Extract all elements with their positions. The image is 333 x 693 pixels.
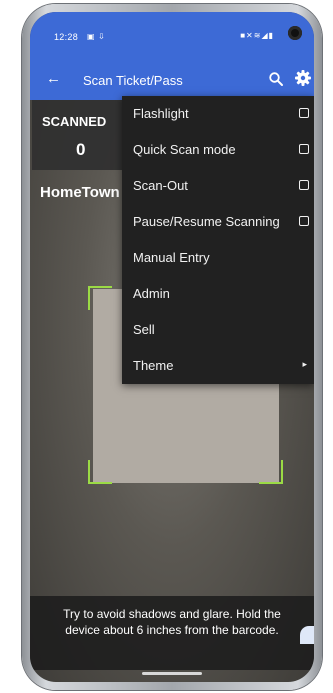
- phone-screen: 12:28 ▣ ⇩ ■✕≋◢▮ ← Scan Ticket/Pass SCANN…: [30, 12, 314, 682]
- menu-item-label: Quick Scan mode: [133, 142, 236, 157]
- menu-item-quick-scan[interactable]: Quick Scan mode: [122, 132, 314, 168]
- download-icon: ⇩: [98, 32, 105, 41]
- scan-frame-corner: [88, 286, 112, 310]
- signal-icon: ◢: [261, 31, 269, 40]
- status-indicators: ■✕≋◢▮: [240, 31, 274, 40]
- menu-item-flashlight[interactable]: Flashlight: [122, 96, 314, 132]
- status-time: 12:28: [54, 32, 79, 42]
- arrow-left-icon[interactable]: ←: [46, 70, 61, 87]
- menu-item-manual-entry[interactable]: Manual Entry: [122, 240, 314, 276]
- page-title: Scan Ticket/Pass: [83, 73, 183, 88]
- menu-item-label: Scan-Out: [133, 178, 188, 193]
- message-icon: ▣: [87, 32, 95, 41]
- battery-icon: ▮: [268, 31, 274, 40]
- mute-icon: ✕: [246, 31, 254, 40]
- status-bar: 12:28 ▣ ⇩ ■✕≋◢▮: [30, 12, 314, 60]
- flashlight-checkbox[interactable]: [299, 108, 309, 118]
- menu-item-label: Sell: [133, 322, 155, 337]
- phone-frame: 12:28 ▣ ⇩ ■✕≋◢▮ ← Scan Ticket/Pass SCANN…: [22, 4, 322, 690]
- menu-item-admin[interactable]: Admin: [122, 276, 314, 312]
- menu-item-sell[interactable]: Sell: [122, 312, 314, 348]
- scan-frame-corner: [88, 460, 112, 484]
- menu-item-label: Theme: [133, 358, 174, 373]
- menu-item-theme[interactable]: Theme ▸: [122, 348, 314, 384]
- scanned-count: 0: [76, 140, 86, 159]
- front-camera: [288, 26, 302, 40]
- menu-item-label: Flashlight: [133, 106, 189, 121]
- overflow-menu: Flashlight Quick Scan mode Scan-Out Paus…: [122, 96, 314, 384]
- menu-item-scan-out[interactable]: Scan-Out: [122, 168, 314, 204]
- scan-hint-panel: Try to avoid shadows and glare. Hold the…: [30, 596, 314, 670]
- search-icon[interactable]: [268, 71, 284, 87]
- pause-resume-checkbox[interactable]: [299, 216, 309, 226]
- gesture-bar[interactable]: [142, 672, 202, 675]
- gear-icon[interactable]: [294, 69, 312, 87]
- scanned-label: SCANNED: [42, 114, 107, 129]
- menu-item-pause-resume[interactable]: Pause/Resume Scanning: [122, 204, 314, 240]
- location-label: HomeTown: [40, 184, 120, 201]
- app-bar: ← Scan Ticket/Pass: [30, 60, 314, 100]
- scan-out-checkbox[interactable]: [299, 180, 309, 190]
- quick-scan-checkbox[interactable]: [299, 144, 309, 154]
- scan-hint-text: Try to avoid shadows and glare. Hold the…: [63, 607, 281, 637]
- menu-item-label: Manual Entry: [133, 250, 210, 265]
- submenu-arrow-icon: ▸: [302, 359, 307, 369]
- corner-action-button[interactable]: [300, 626, 314, 644]
- menu-item-label: Pause/Resume Scanning: [133, 214, 280, 229]
- scan-frame-corner: [259, 460, 283, 484]
- menu-item-label: Admin: [133, 286, 170, 301]
